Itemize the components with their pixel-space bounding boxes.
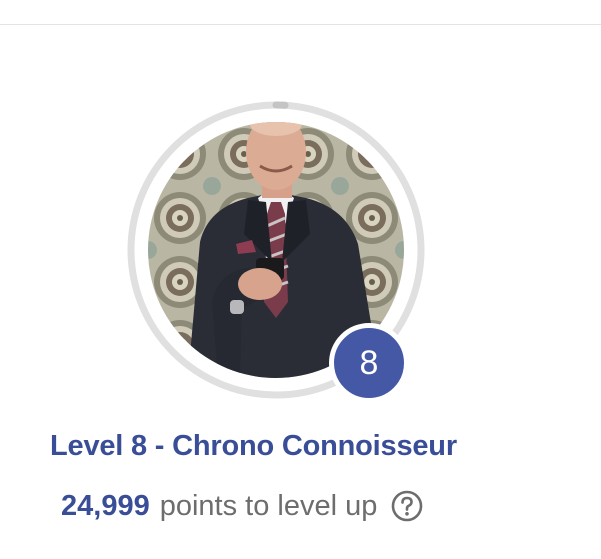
- question-circle-icon[interactable]: [391, 490, 423, 522]
- points-to-level-up: 24,999 points to level up: [61, 486, 423, 526]
- avatar-with-progress[interactable]: 8: [126, 100, 426, 403]
- points-value: 24,999: [61, 489, 150, 522]
- points-suffix: points to level up: [159, 489, 378, 522]
- level-title: Level 8 - Chrono Connoisseur: [50, 430, 457, 462]
- level-badge: 8: [329, 323, 409, 403]
- level-progress-card: 8 Level 8 - Chrono Connoisseur 24,999 po…: [0, 0, 601, 559]
- top-divider: [0, 24, 601, 25]
